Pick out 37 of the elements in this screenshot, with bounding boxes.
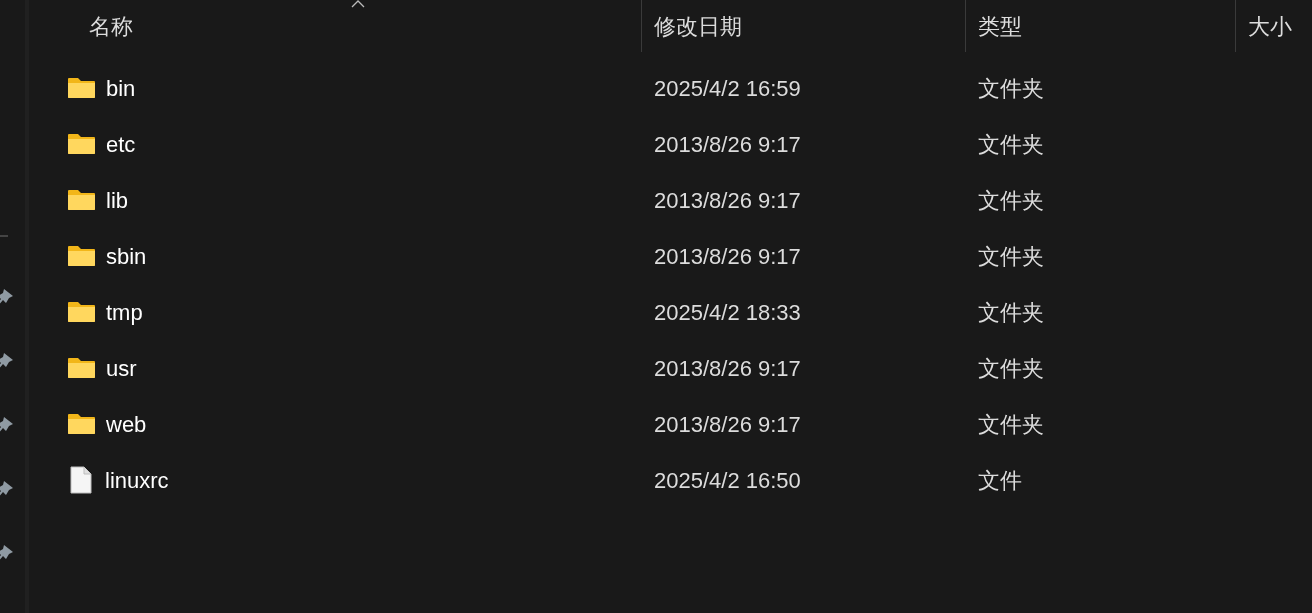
file-name[interactable]: lib — [106, 183, 128, 217]
column-header[interactable]: 大小 — [1235, 0, 1312, 52]
file-type: 文件夹 — [977, 186, 1045, 215]
folder-icon — [67, 133, 96, 155]
folder-icon — [67, 357, 96, 379]
column-header[interactable]: 修改日期 — [641, 0, 965, 52]
file-type: 文件夹 — [977, 410, 1045, 439]
file-type: 文件 — [977, 466, 1023, 495]
column-header[interactable]: 类型 — [965, 0, 1235, 52]
folder-icon — [67, 245, 96, 267]
file-type: 文件夹 — [977, 298, 1045, 327]
file-name[interactable]: bin — [106, 71, 136, 105]
column-header[interactable]: 名称 — [29, 0, 641, 52]
file-type: 文件夹 — [977, 354, 1045, 383]
file-name[interactable]: usr — [106, 351, 137, 385]
file-type: 文件夹 — [977, 74, 1045, 103]
modified-date: 2025/4/2 18:33 — [653, 298, 802, 327]
file-icon — [70, 466, 92, 494]
modified-date: 2025/4/2 16:50 — [653, 466, 802, 495]
file-name[interactable]: linuxrc — [105, 463, 169, 497]
modified-date: 2013/8/26 9:17 — [653, 186, 802, 215]
folder-icon — [67, 189, 96, 211]
file-name[interactable]: tmp — [106, 295, 143, 329]
folder-icon — [67, 413, 96, 435]
modified-date: 2025/4/2 16:59 — [653, 74, 802, 103]
modified-date: 2013/8/26 9:17 — [653, 242, 802, 271]
file-type: 文件夹 — [977, 242, 1045, 271]
file-name[interactable]: etc — [106, 127, 136, 161]
file-name[interactable]: web — [106, 407, 147, 441]
folder-icon — [67, 77, 96, 99]
file-type: 文件夹 — [977, 130, 1045, 159]
file-name[interactable]: sbin — [106, 239, 147, 273]
modified-date: 2013/8/26 9:17 — [653, 354, 802, 383]
sort-caret-icon — [351, 0, 365, 8]
modified-date: 2013/8/26 9:17 — [653, 130, 802, 159]
modified-date: 2013/8/26 9:17 — [653, 410, 802, 439]
folder-icon — [67, 301, 96, 323]
